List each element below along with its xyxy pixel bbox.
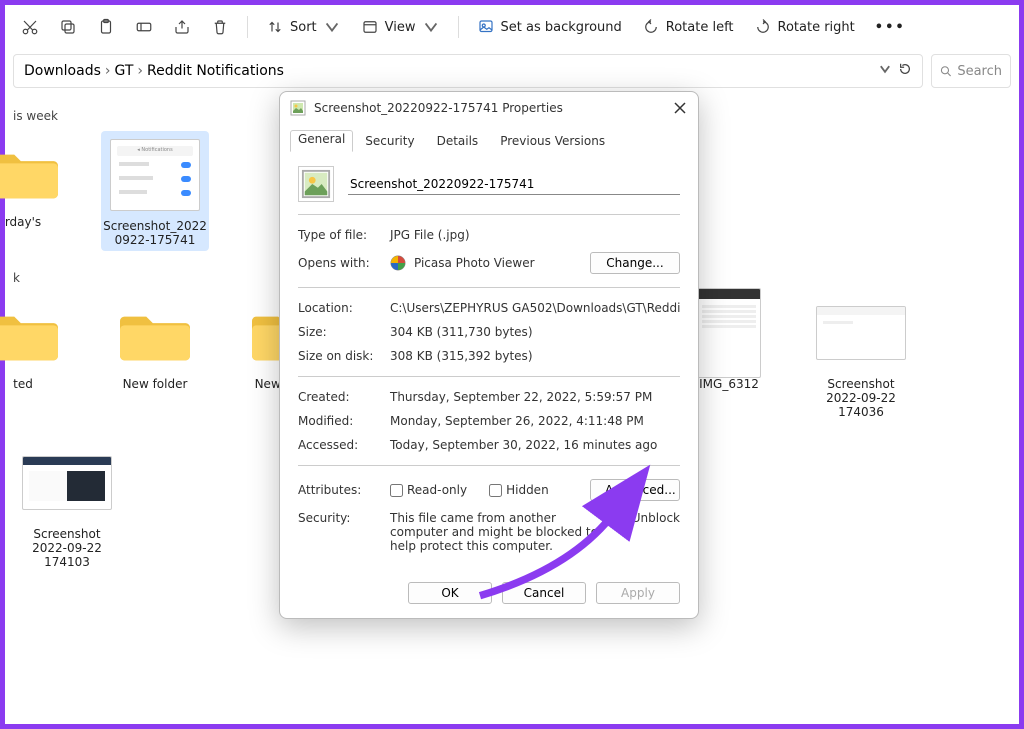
ok-button[interactable]: OK — [408, 582, 492, 604]
file-type: JPG File (.jpg) — [390, 228, 680, 242]
close-icon[interactable] — [672, 100, 688, 116]
picture-icon — [298, 166, 334, 202]
breadcrumb[interactable]: Downloads › GT › Reddit Notifications — [13, 54, 923, 88]
properties-dialog: Screenshot_20220922-175741 Properties Ge… — [279, 91, 699, 619]
delete-button[interactable] — [203, 14, 237, 40]
readonly-checkbox[interactable]: Read-only — [390, 483, 467, 497]
chevron-down-icon[interactable] — [878, 62, 892, 80]
copy-button[interactable] — [51, 14, 85, 40]
chevron-right-icon: › — [137, 63, 143, 79]
paste-button[interactable] — [89, 14, 123, 40]
share-button[interactable] — [165, 14, 199, 40]
folder-icon — [0, 143, 58, 199]
tab-security[interactable]: Security — [355, 130, 424, 152]
file-item[interactable]: New folder — [101, 293, 209, 419]
advanced-button[interactable]: Advanced... — [590, 479, 680, 501]
location: C:\Users\ZEPHYRUS GA502\Downloads\GT\Red… — [390, 301, 680, 315]
opens-with: Picasa Photo Viewer — [414, 256, 535, 270]
cut-button[interactable] — [13, 14, 47, 40]
modified-date: Monday, September 26, 2022, 4:11:48 PM — [390, 414, 680, 428]
cancel-button[interactable]: Cancel — [502, 582, 586, 604]
dialog-title: Screenshot_20220922-175741 Properties — [314, 101, 563, 115]
rotate-right-button[interactable]: Rotate right — [746, 14, 863, 40]
accessed-date: Today, September 30, 2022, 16 minutes ag… — [390, 438, 680, 452]
file-item[interactable]: rday's — [0, 131, 77, 251]
chevron-right-icon: › — [105, 63, 111, 79]
file-item[interactable]: ted — [0, 293, 77, 419]
tab-details[interactable]: Details — [427, 130, 489, 152]
search-icon — [940, 64, 951, 78]
folder-icon — [120, 305, 190, 361]
file-item[interactable]: Screenshot 2022-09-22 174036 — [807, 293, 915, 419]
size: 304 KB (311,730 bytes) — [390, 325, 680, 339]
search-input[interactable]: Search — [931, 54, 1011, 88]
more-button[interactable]: ••• — [867, 16, 914, 39]
size-on-disk: 308 KB (315,392 bytes) — [390, 349, 680, 363]
thumbnail: ◂ Notifications — [110, 139, 200, 211]
toolbar: Sort View Set as background Rotate left … — [5, 5, 1019, 49]
rename-button[interactable] — [127, 14, 161, 40]
sort-button[interactable]: Sort — [258, 14, 349, 40]
tab-general[interactable]: General — [290, 130, 353, 152]
apply-button[interactable]: Apply — [596, 582, 680, 604]
thumbnail — [22, 456, 112, 510]
change-app-button[interactable]: Change... — [590, 252, 680, 274]
security-text: This file came from another computer and… — [390, 511, 607, 553]
filename-input[interactable] — [348, 174, 680, 195]
tab-previous-versions[interactable]: Previous Versions — [490, 130, 615, 152]
file-item[interactable]: Screenshot 2022-09-22 174103 — [13, 443, 121, 569]
thumbnail — [697, 288, 761, 378]
image-file-icon — [290, 100, 306, 116]
unblock-checkbox[interactable]: Unblock — [615, 511, 680, 525]
file-item[interactable]: ◂ Notifications Screenshot_2022 0922-175… — [101, 131, 209, 251]
crumb-reddit[interactable]: Reddit Notifications — [147, 63, 284, 79]
view-button[interactable]: View — [353, 14, 448, 40]
thumbnail — [816, 306, 906, 360]
folder-icon — [0, 305, 58, 361]
hidden-checkbox[interactable]: Hidden — [489, 483, 549, 497]
created-date: Thursday, September 22, 2022, 5:59:57 PM — [390, 390, 680, 404]
rotate-left-button[interactable]: Rotate left — [634, 14, 742, 40]
picasa-icon — [390, 255, 406, 271]
set-background-button[interactable]: Set as background — [469, 14, 630, 40]
crumb-downloads[interactable]: Downloads — [24, 63, 101, 79]
crumb-gt[interactable]: GT — [115, 63, 134, 79]
refresh-icon[interactable] — [898, 62, 912, 80]
